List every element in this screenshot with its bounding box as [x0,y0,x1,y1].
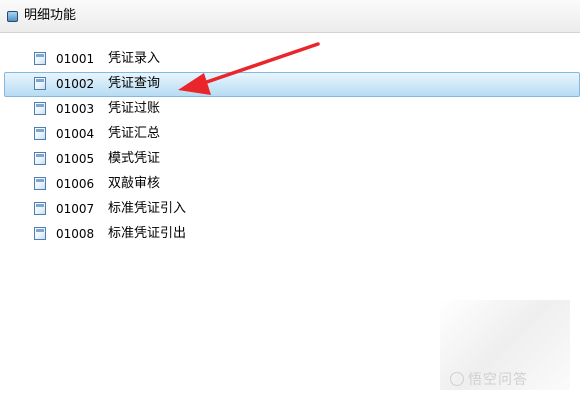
document-icon [34,227,46,240]
item-code: 01005 [56,152,95,166]
item-code: 01008 [56,227,95,241]
list-item-01007[interactable]: 01007 标准凭证引入 [0,197,580,222]
item-code: 01003 [56,102,95,116]
panel-title: 明细功能 [24,8,77,23]
list-item-01002[interactable]: 01002 凭证查询 [4,72,580,97]
list-item-01005[interactable]: 01005 模式凭证 [0,147,580,172]
panel-header: 明细功能 [0,0,580,33]
item-code: 01006 [56,177,95,191]
document-icon [34,102,46,115]
item-label: 凭证查询 [108,76,161,91]
function-list: 01001 凭证录入 01002 凭证查询 01003 凭证过账 01004 凭… [0,47,580,247]
item-code: 01001 [56,52,95,66]
document-icon [34,177,46,190]
item-label: 模式凭证 [108,151,161,166]
document-icon [34,77,46,90]
watermark-logo-icon [450,372,464,386]
detail-functions-panel: 明细功能 01001 凭证录入 01002 凭证查询 01003 凭证过账 01… [0,0,580,400]
item-label: 凭证过账 [108,101,161,116]
item-code: 01002 [56,77,95,91]
document-icon [34,127,46,140]
item-label: 标准凭证引入 [108,201,187,216]
document-icon [34,152,46,165]
item-label: 双敲审核 [108,176,161,191]
item-label: 凭证汇总 [108,126,161,141]
panel-icon [7,11,18,22]
list-item-01001[interactable]: 01001 凭证录入 [0,47,580,72]
item-label: 标准凭证引出 [108,226,187,241]
document-icon [34,202,46,215]
item-label: 凭证录入 [108,51,161,66]
list-item-01008[interactable]: 01008 标准凭证引出 [0,222,580,247]
document-icon [34,52,46,65]
item-code: 01007 [56,202,95,216]
item-code: 01004 [56,127,95,141]
list-item-01004[interactable]: 01004 凭证汇总 [0,122,580,147]
list-item-01006[interactable]: 01006 双敲审核 [0,172,580,197]
list-item-01003[interactable]: 01003 凭证过账 [0,97,580,122]
watermark-text: 悟空问答 [468,372,528,388]
